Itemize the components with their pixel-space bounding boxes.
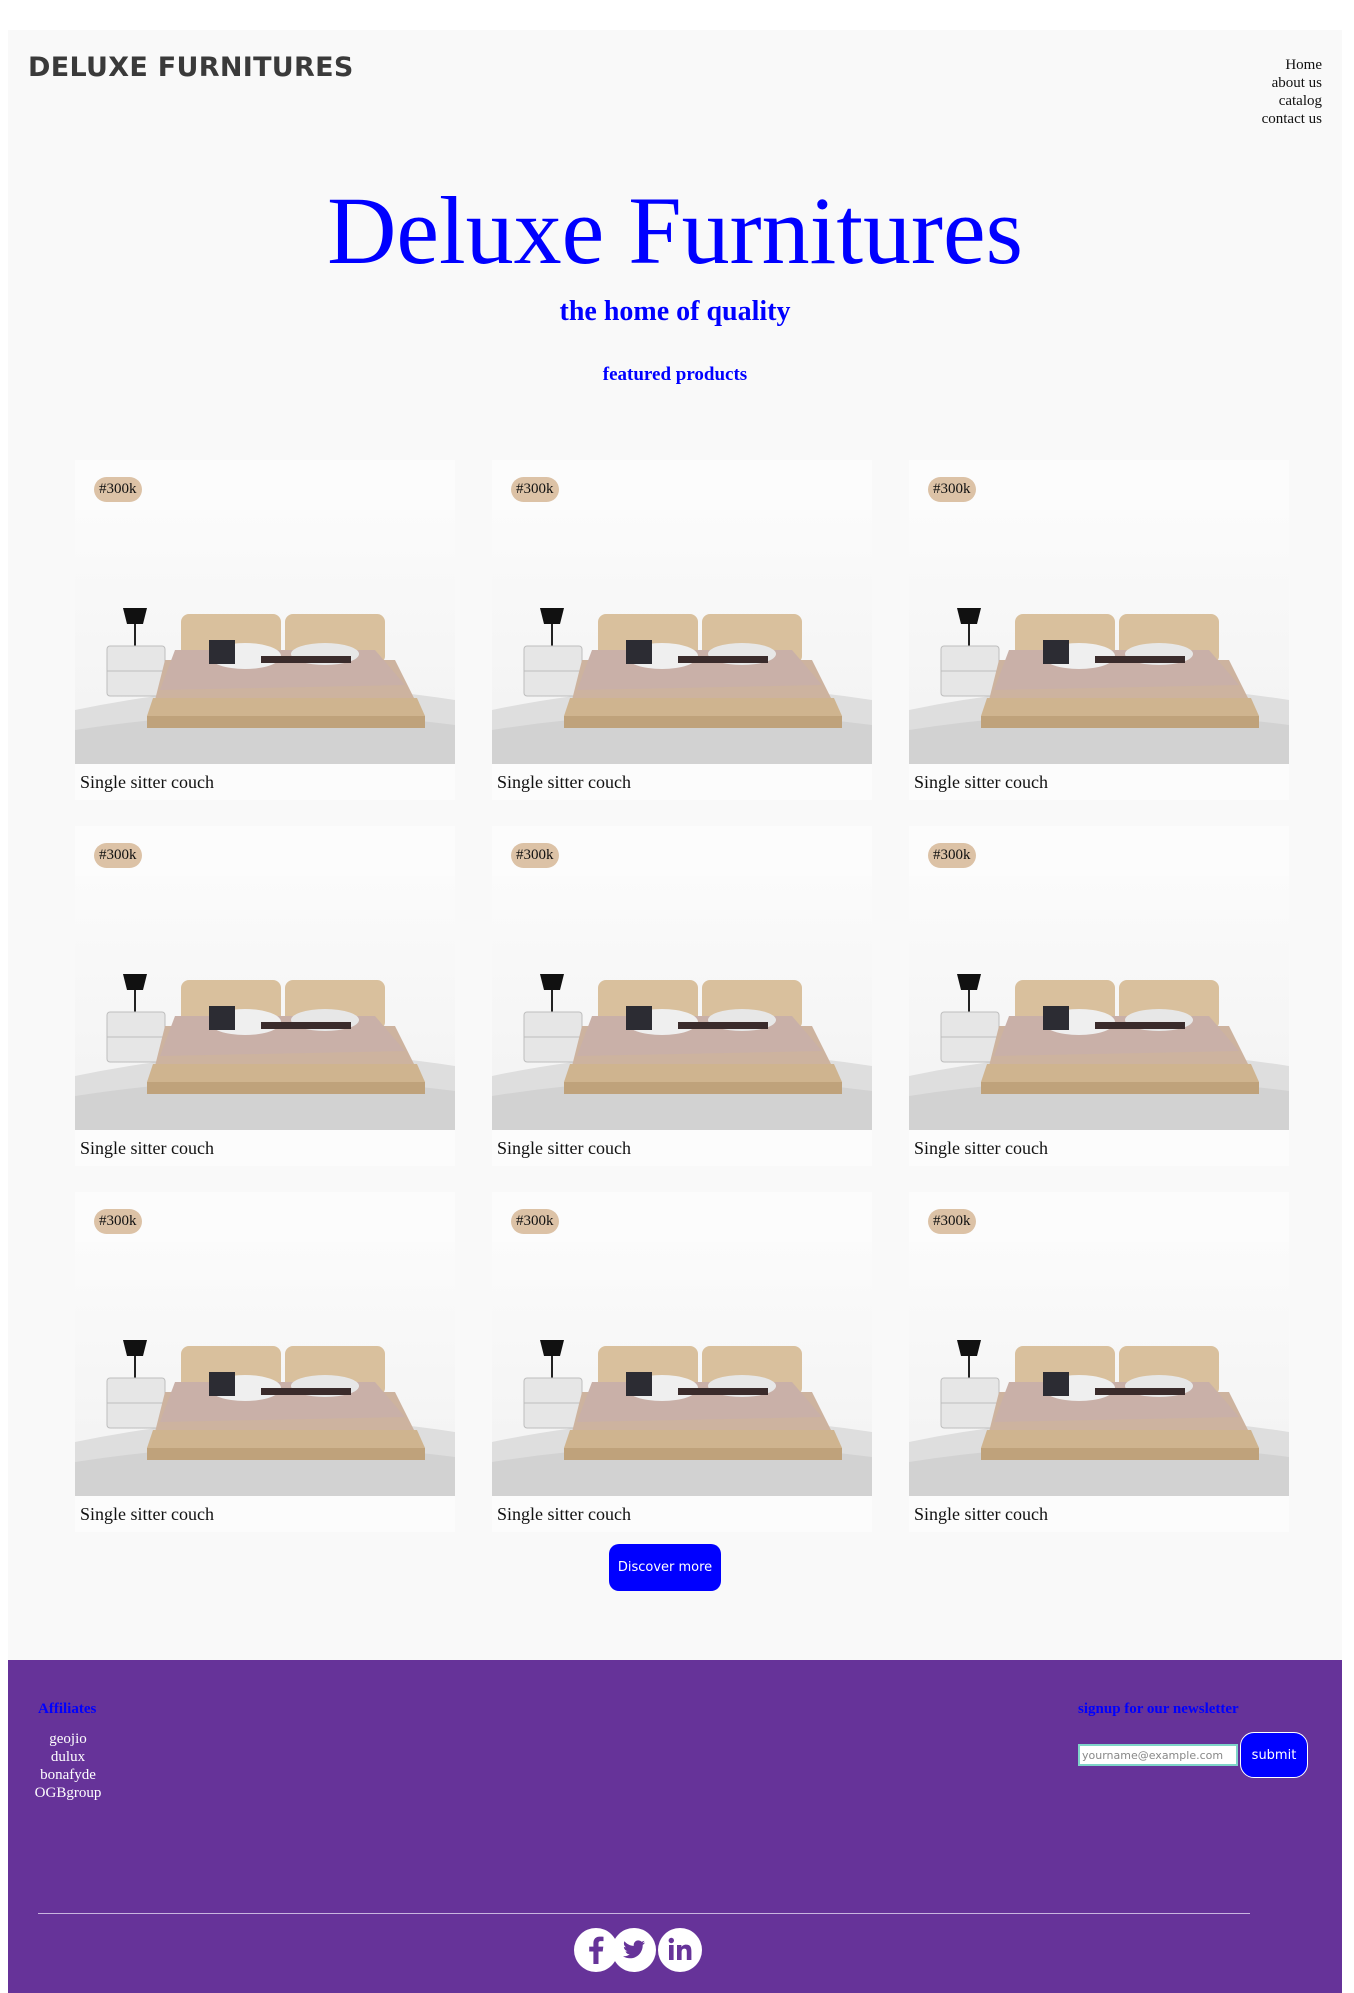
price-badge: #300k	[511, 477, 559, 502]
price-badge: #300k	[511, 843, 559, 868]
product-image[interactable]	[492, 876, 872, 1130]
nav-home-link[interactable]: Home	[1262, 56, 1322, 74]
footer: Affiliates geojio dulux bonafyde OGBgrou…	[8, 1660, 1342, 1993]
affiliate-link[interactable]: dulux	[28, 1748, 108, 1766]
affiliate-link[interactable]: geojio	[28, 1730, 108, 1748]
product-name: Single sitter couch	[497, 1138, 631, 1158]
product-image[interactable]	[75, 1242, 455, 1496]
product-image[interactable]	[75, 876, 455, 1130]
product-name: Single sitter couch	[497, 1504, 631, 1524]
social-links	[574, 1928, 734, 1976]
product-card[interactable]: #300k Single sitter couch	[75, 826, 455, 1166]
product-card[interactable]: #300k Single sitter couch	[75, 1192, 455, 1532]
newsletter-submit-button[interactable]: submit	[1240, 1732, 1308, 1778]
affiliates-title: Affiliates	[38, 1701, 97, 1717]
product-name: Single sitter couch	[914, 1504, 1048, 1524]
product-card[interactable]: #300k Single sitter couch	[75, 460, 455, 800]
product-image[interactable]	[492, 510, 872, 764]
nav-contact-link[interactable]: contact us	[1262, 110, 1322, 128]
nav-about-link[interactable]: about us	[1262, 74, 1322, 92]
product-image[interactable]	[909, 876, 1289, 1130]
discover-more-button[interactable]: Discover more	[609, 1544, 721, 1591]
product-image[interactable]	[909, 1242, 1289, 1496]
product-name: Single sitter couch	[914, 772, 1048, 792]
product-name: Single sitter couch	[80, 1138, 214, 1158]
nav-catalog-link[interactable]: catalog	[1262, 92, 1322, 110]
hero-subtitle: the home of quality	[559, 296, 791, 327]
linkedin-icon[interactable]	[658, 1928, 702, 1972]
price-badge: #300k	[928, 1209, 976, 1234]
affiliate-link[interactable]: OGBgroup	[28, 1784, 108, 1802]
twitter-icon[interactable]	[612, 1928, 656, 1972]
brand-logo[interactable]: DELUXE FURNITURES	[28, 52, 354, 83]
main-nav: Home about us catalog contact us	[1262, 56, 1322, 128]
product-name: Single sitter couch	[914, 1138, 1048, 1158]
product-image[interactable]	[75, 510, 455, 764]
affiliate-link[interactable]: bonafyde	[28, 1766, 108, 1784]
page: DELUXE FURNITURES Home about us catalog …	[8, 30, 1342, 1993]
product-card[interactable]: #300k Single sitter couch	[909, 1192, 1289, 1532]
footer-divider	[38, 1913, 1250, 1914]
product-card[interactable]: #300k Single sitter couch	[492, 1192, 872, 1532]
hero-title: Deluxe Furnitures	[327, 177, 1023, 284]
price-badge: #300k	[94, 477, 142, 502]
product-name: Single sitter couch	[80, 1504, 214, 1524]
newsletter-email-input[interactable]	[1078, 1744, 1238, 1766]
price-badge: #300k	[928, 477, 976, 502]
product-image[interactable]	[909, 510, 1289, 764]
product-name: Single sitter couch	[497, 772, 631, 792]
product-card[interactable]: #300k Single sitter couch	[492, 826, 872, 1166]
affiliates-list: geojio dulux bonafyde OGBgroup	[28, 1730, 108, 1802]
featured-heading: featured products	[602, 364, 748, 385]
newsletter-title: signup for our newsletter	[1078, 1701, 1239, 1717]
price-badge: #300k	[94, 1209, 142, 1234]
product-card[interactable]: #300k Single sitter couch	[909, 460, 1289, 800]
product-image[interactable]	[492, 1242, 872, 1496]
price-badge: #300k	[511, 1209, 559, 1234]
price-badge: #300k	[928, 843, 976, 868]
price-badge: #300k	[94, 843, 142, 868]
product-card[interactable]: #300k Single sitter couch	[909, 826, 1289, 1166]
product-card[interactable]: #300k Single sitter couch	[492, 460, 872, 800]
product-name: Single sitter couch	[80, 772, 214, 792]
